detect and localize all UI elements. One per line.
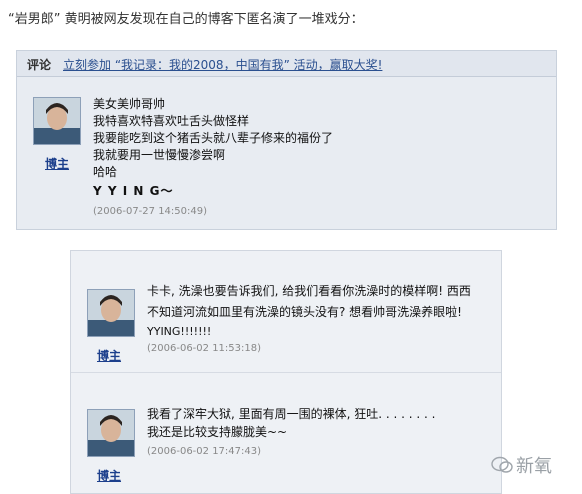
avatar[interactable]: [87, 409, 135, 457]
wechat-watermark-icon: [491, 456, 513, 473]
comment-line: 我要能吃到这个猪舌头就八辈子修来的福份了: [93, 131, 334, 145]
comment-timestamp: (2006-07-27 14:50:49): [93, 206, 208, 217]
comment-line: 我还是比较支持朦胧美~~: [147, 425, 288, 439]
avatar[interactable]: [33, 97, 81, 145]
article-headline: “岩男郎” 黄明被网友发现在自己的博客下匿名演了一堆戏分：: [8, 12, 364, 27]
portrait-avatar-icon: [88, 290, 134, 336]
comment-panel-1: 评论 立刻参加 “我记录：我的2008，中国有我” 活动，赢取大奖! 博主 美女…: [16, 50, 557, 230]
comment-line: 我特喜欢特喜欢吐舌头做怪样: [93, 114, 250, 128]
avatar[interactable]: [87, 289, 135, 337]
comment-line: Y Y I N G～: [93, 184, 174, 198]
comment-line: YYING!!!!!!!: [147, 325, 212, 338]
portrait-avatar-icon: [88, 410, 134, 456]
comment-line: 我看了深牢大狱, 里面有周一围的裸体, 狂吐. . . . . . . .: [147, 407, 436, 421]
comment-bar-label: 评论: [27, 58, 52, 72]
comment-panel-2: 博主 卡卡, 洗澡也要告诉我们, 给我们看看你洗澡时的模样啊! 西西 不知道河流…: [70, 250, 502, 494]
blogger-badge[interactable]: 博主: [45, 155, 69, 172]
comment-line: 我就要用一世慢慢渗尝啊: [93, 148, 226, 162]
comment-timestamp: (2006-06-02 11:53:18): [147, 343, 262, 354]
comment-line: 卡卡, 洗澡也要告诉我们, 给我们看看你洗澡时的模样啊! 西西: [147, 284, 471, 298]
blogger-badge[interactable]: 博主: [97, 467, 121, 484]
portrait-avatar-icon: [34, 98, 80, 144]
campaign-link[interactable]: 立刻参加 “我记录：我的2008，中国有我” 活动，赢取大奖!: [63, 56, 382, 73]
comment-line: 美女美帅哥帅: [93, 97, 166, 111]
comment-bar: 评论 立刻参加 “我记录：我的2008，中国有我” 活动，赢取大奖!: [17, 51, 556, 77]
comment-line: 哈哈: [93, 165, 118, 179]
blogger-badge[interactable]: 博主: [97, 347, 121, 364]
comment-timestamp: (2006-06-02 17:47:43): [147, 446, 262, 457]
watermark-text: 新氧: [516, 456, 552, 477]
divider: [71, 372, 501, 373]
comment-line: 不知道河流如皿里有洗澡的镜头没有? 想看帅哥洗澡养眼啦!: [147, 305, 462, 319]
